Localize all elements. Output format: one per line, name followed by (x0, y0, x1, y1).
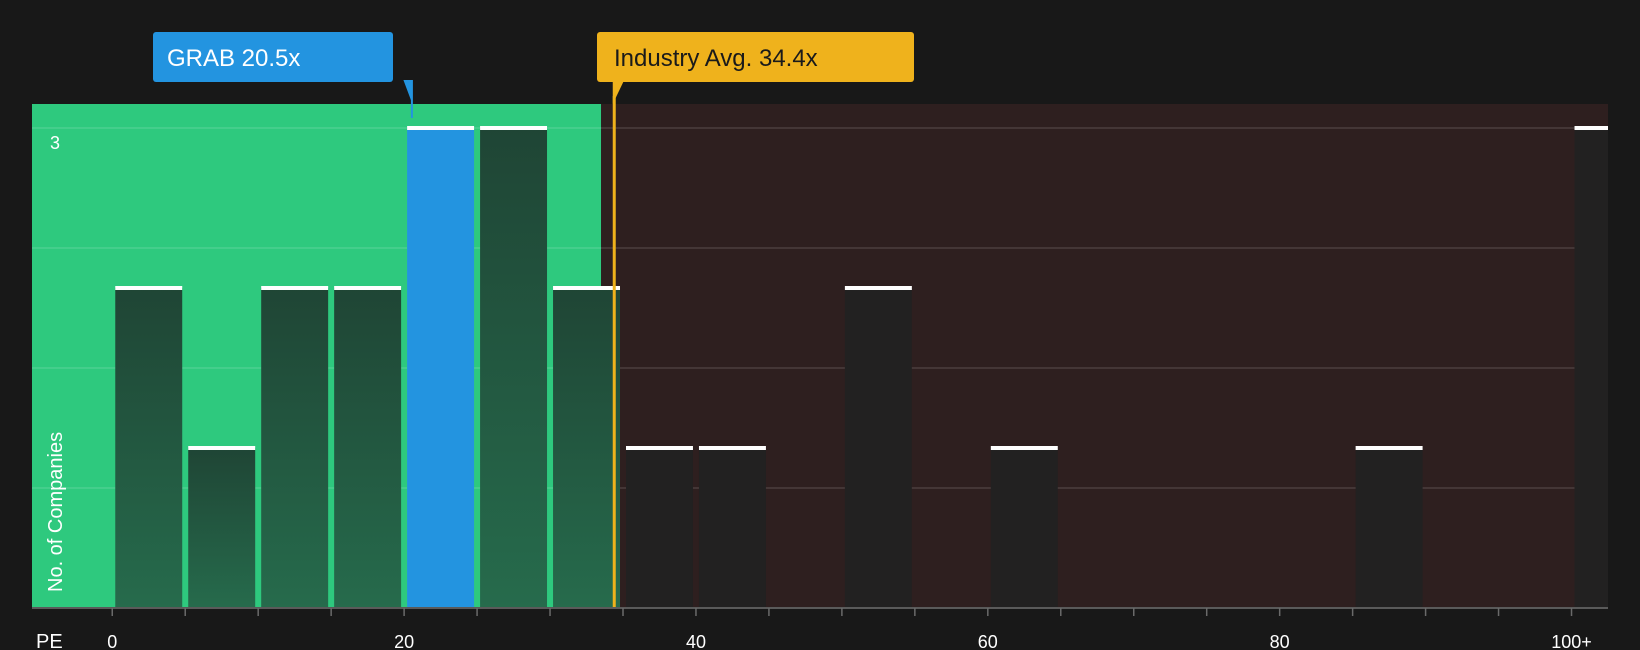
histogram-bar (698, 448, 766, 608)
histogram-bar (990, 448, 1058, 608)
histogram-bar-cap (626, 446, 693, 450)
x-tick-label: 60 (978, 632, 998, 650)
x-axis-label: PE (36, 631, 63, 650)
histogram-bar-cap (188, 446, 256, 450)
histogram-bar-cap (698, 446, 766, 450)
histogram-bar-cap (553, 286, 620, 290)
histogram-bar (115, 288, 183, 608)
histogram-bar (334, 288, 402, 608)
x-tick-label: 0 (107, 632, 117, 650)
histogram-bar (553, 288, 620, 608)
histogram-bar-cap (480, 126, 548, 130)
x-tick-label: 80 (1270, 632, 1290, 650)
company-callout-label: GRAB 20.5x (167, 45, 300, 72)
histogram-bar (261, 288, 329, 608)
histogram-bar-cap (334, 286, 402, 290)
histogram-bar (1355, 448, 1423, 608)
x-tick-label: 40 (686, 632, 706, 650)
histogram-bar-cap (115, 286, 183, 290)
histogram-bar-cap (407, 126, 475, 130)
y-axis-label: No. of Companies (45, 432, 67, 592)
industry-callout-label: Industry Avg. 34.4x (614, 45, 818, 72)
histogram-bar-cap (1355, 446, 1423, 450)
histogram-bar (480, 128, 548, 608)
x-tick-label: 100+ (1551, 632, 1592, 650)
histogram-bar-cap (1574, 126, 1608, 130)
histogram-bar (626, 448, 693, 608)
y-tick-label: 3 (50, 133, 60, 153)
histogram-bar-cap (844, 286, 912, 290)
histogram-bar (407, 128, 475, 608)
histogram-bar-cap (990, 446, 1058, 450)
histogram-bar (188, 448, 256, 608)
x-tick-label: 20 (394, 632, 414, 650)
pe-distribution-chart: 0 20 40 60 80 100+ PE No. of Companies 3 GRAB… (0, 0, 1640, 650)
histogram-bar (844, 288, 912, 608)
histogram-bar-cap (261, 286, 329, 290)
histogram-bar (1574, 128, 1608, 608)
